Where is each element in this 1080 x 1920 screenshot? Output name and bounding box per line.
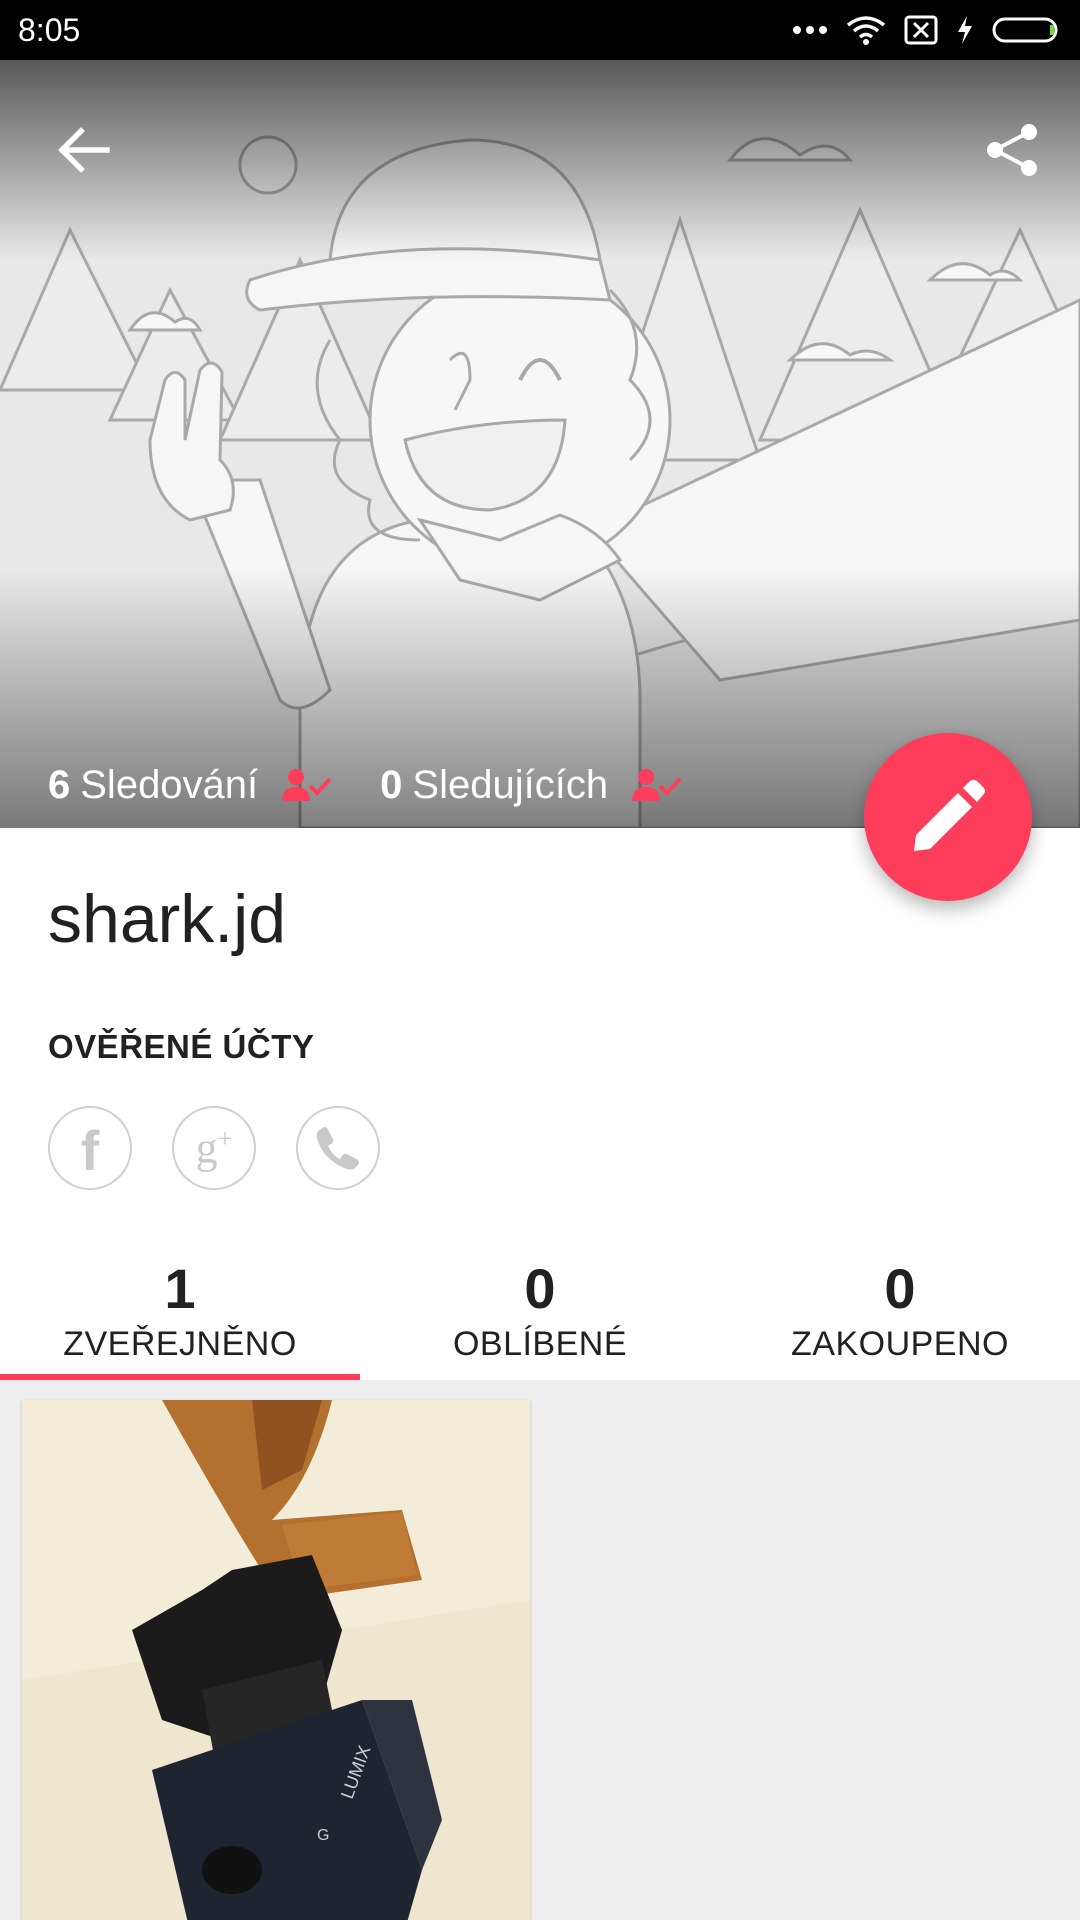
- item-photo: LUMIX G: [22, 1400, 530, 1920]
- tab-label: ZAKOUPENO: [791, 1325, 1009, 1363]
- more-dots-icon: [793, 26, 827, 34]
- content-tabs: 1 ZVEŘEJNĚNO 0 OBLÍBENÉ 0 ZAKOUPENO: [0, 1254, 1080, 1380]
- tab-count: 0: [524, 1257, 556, 1320]
- follow-stats: 6 Sledování 0 Sledujících: [48, 750, 730, 820]
- no-sim-icon: [904, 15, 938, 45]
- verified-accounts-title: OVĚŘENÉ ÚČTY: [48, 1028, 315, 1065]
- following-count[interactable]: 6: [48, 763, 70, 808]
- tab-published[interactable]: 1 ZVEŘEJNĚNO: [0, 1254, 360, 1380]
- share-icon: [987, 124, 1037, 176]
- cover-top-shade: [0, 60, 1080, 260]
- edit-profile-button[interactable]: [864, 733, 1032, 901]
- followers-label[interactable]: Sledujících: [412, 763, 608, 808]
- tab-count: 0: [884, 1257, 916, 1320]
- wifi-icon: [846, 16, 886, 45]
- google-plus-icon: g+: [195, 1123, 233, 1173]
- phone-verify-button[interactable]: [296, 1106, 380, 1190]
- svg-text:G: G: [317, 1827, 329, 1844]
- status-icons: [792, 15, 1062, 45]
- share-button[interactable]: [972, 110, 1052, 190]
- status-bar: 8:05: [0, 0, 1080, 60]
- username: shark.jd: [48, 881, 287, 957]
- following-label[interactable]: Sledování: [80, 763, 258, 808]
- tab-purchased[interactable]: 0 ZAKOUPENO: [720, 1254, 1080, 1380]
- phone-icon: [316, 1127, 359, 1170]
- facebook-icon: f: [80, 1119, 100, 1182]
- pencil-icon: [914, 779, 985, 851]
- status-time: 8:05: [18, 11, 81, 48]
- person-check-icon: [632, 768, 682, 802]
- followers-count[interactable]: 0: [380, 763, 402, 808]
- items-grid: LUMIX G: [0, 1380, 1080, 1920]
- facebook-verify-button[interactable]: f: [48, 1106, 132, 1190]
- tab-favorites[interactable]: 0 OBLÍBENÉ: [360, 1254, 720, 1380]
- battery-icon: [992, 17, 1058, 43]
- verified-accounts-list: f g+: [48, 1106, 380, 1190]
- person-check-icon: [282, 768, 332, 802]
- google-plus-verify-button[interactable]: g+: [172, 1106, 256, 1190]
- arrow-left-icon: [58, 127, 110, 173]
- tab-label: ZVEŘEJNĚNO: [63, 1325, 297, 1363]
- charging-icon: [958, 16, 972, 44]
- tab-count: 1: [164, 1257, 196, 1320]
- tab-label: OBLÍBENÉ: [452, 1325, 628, 1363]
- back-button[interactable]: [44, 110, 124, 190]
- item-thumbnail[interactable]: LUMIX G: [22, 1400, 530, 1920]
- profile-cover: 6 Sledování 0 Sledujících: [0, 60, 1080, 828]
